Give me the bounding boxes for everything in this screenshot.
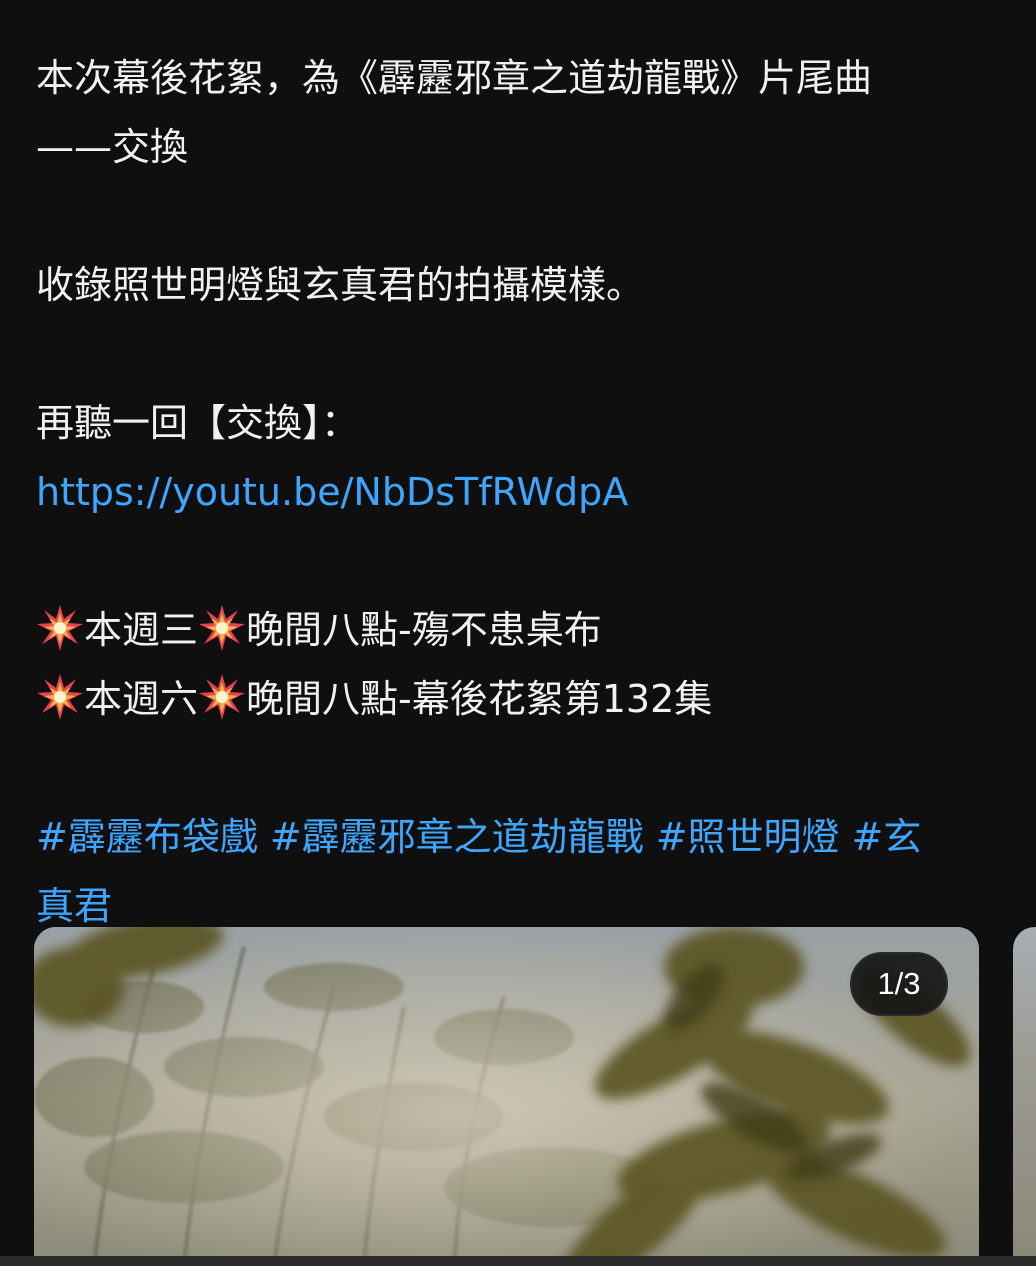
hashtag-xuanzhenjun[interactable]: #玄 xyxy=(852,815,922,859)
schedule-text: 晚間八點-殤不患桌布 xyxy=(246,608,602,652)
hashtag-drama-title[interactable]: #霹靂邪章之道劫龍戰 xyxy=(270,815,644,859)
description-line-content: 收錄照世明燈與玄真君的拍攝模樣。 xyxy=(36,263,645,307)
schedule-line-wednesday: 本週三 晚間八點-殤不患桌布 xyxy=(36,596,1006,665)
next-image-peek[interactable] xyxy=(1013,927,1036,1266)
schedule-line-saturday: 本週六 晚間八點-幕後花絮第132集 xyxy=(36,665,1006,734)
youtube-link[interactable]: https://youtu.be/NbDsTfRWdpA xyxy=(36,458,1006,527)
carousel-photo xyxy=(34,927,979,1266)
schedule-day: 本週六 xyxy=(84,677,199,721)
carousel-counter-badge: 1/3 xyxy=(850,952,948,1016)
hashtag-pili-puppetry[interactable]: #霹靂布袋戲 xyxy=(36,815,258,859)
bottom-divider xyxy=(0,1256,1036,1266)
collision-emoji-icon xyxy=(198,673,246,721)
post-description: 本次幕後花絮，為《霹靂邪章之道劫龍戰》片尾曲 ——交換 收錄照世明燈與玄真君的拍… xyxy=(36,44,1006,941)
image-carousel[interactable]: 1/3 xyxy=(34,927,979,1266)
collision-emoji-icon xyxy=(36,604,84,652)
description-line-listen: 再聽一回【交換】： xyxy=(36,401,360,445)
collision-emoji-icon xyxy=(36,673,84,721)
hashtag-zhaoshi-mingdeng[interactable]: #照世明燈 xyxy=(656,815,840,859)
collision-emoji-icon xyxy=(198,604,246,652)
schedule-day: 本週三 xyxy=(84,608,199,652)
schedule-text: 晚間八點-幕後花絮第132集 xyxy=(246,677,713,721)
hashtags-row: #霹靂布袋戲 #霹靂邪章之道劫龍戰 #照世明燈 #玄 xyxy=(36,803,1006,872)
description-line-song: ——交換 xyxy=(36,125,189,169)
description-line-title: 本次幕後花絮，為《霹靂邪章之道劫龍戰》片尾曲 xyxy=(36,56,873,100)
